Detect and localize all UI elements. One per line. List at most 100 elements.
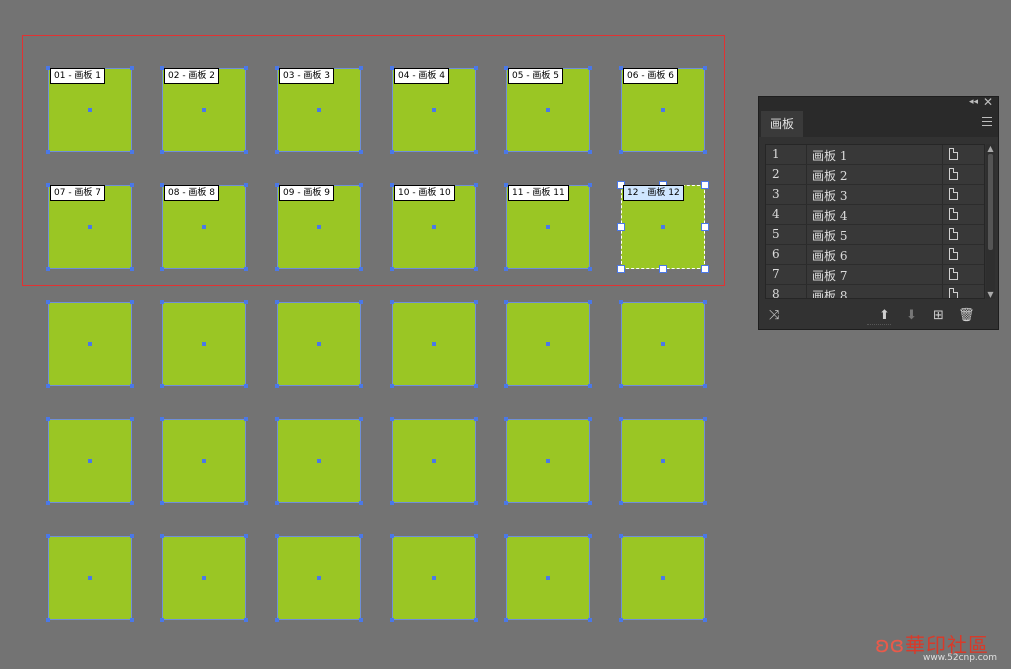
artboard-label[interactable]: 06 - 画板 6 <box>623 68 679 84</box>
row-number: 5 <box>772 227 780 241</box>
center-point <box>88 342 92 346</box>
row-name[interactable]: 画板 6 <box>812 247 847 264</box>
resize-grip[interactable] <box>867 324 891 328</box>
artboard[interactable]: 10 - 画板 10 <box>390 183 478 271</box>
artboard[interactable] <box>46 417 134 505</box>
double-chevron-left-icon[interactable]: ◂◂ <box>969 97 978 107</box>
artboard-list-row[interactable]: 7 画板 7 <box>766 265 984 285</box>
artboard[interactable] <box>504 417 592 505</box>
artboard[interactable]: 08 - 画板 8 <box>160 183 248 271</box>
artboard[interactable] <box>619 417 707 505</box>
artboard-options-icon[interactable] <box>949 248 958 260</box>
artboard-options-icon[interactable] <box>949 228 958 240</box>
artboard-options-icon[interactable] <box>949 268 958 280</box>
corner-handle <box>130 417 134 421</box>
artboard-options-icon[interactable] <box>949 208 958 220</box>
resize-handle[interactable] <box>701 223 709 231</box>
artboard[interactable] <box>390 300 478 388</box>
row-name[interactable]: 画板 7 <box>812 267 847 284</box>
artboard[interactable] <box>275 417 363 505</box>
artboard-list-row[interactable]: 5 画板 5 <box>766 225 984 245</box>
artboard[interactable]: 02 - 画板 2 <box>160 66 248 154</box>
resize-handle[interactable] <box>617 265 625 273</box>
artboard-list-row[interactable]: 3 画板 3 <box>766 185 984 205</box>
corner-handle <box>390 618 394 622</box>
artboard[interactable]: 04 - 画板 4 <box>390 66 478 154</box>
corner-handle <box>46 501 50 505</box>
corner-handle <box>275 300 279 304</box>
column-divider <box>806 285 807 298</box>
close-icon[interactable]: ✕ <box>983 95 993 109</box>
hamburger-menu-icon[interactable] <box>982 117 992 129</box>
artboard-selected[interactable]: 12 - 画板 12 <box>617 181 709 273</box>
artboard-label[interactable]: 04 - 画板 4 <box>394 68 450 84</box>
artboard-label[interactable]: 12 - 画板 12 <box>623 185 684 201</box>
corner-handle <box>130 618 134 622</box>
row-name[interactable]: 画板 2 <box>812 167 847 184</box>
corner-handle <box>130 501 134 505</box>
artboard[interactable] <box>160 534 248 622</box>
artboard-label[interactable]: 01 - 画板 1 <box>50 68 106 84</box>
new-artboard-icon[interactable]: ⊞ <box>933 308 944 323</box>
artboard-list-row[interactable]: 1 画板 1 <box>766 145 984 165</box>
move-up-icon[interactable]: ⬆ <box>879 308 890 323</box>
artboard-list-row[interactable]: 6 画板 6 <box>766 245 984 265</box>
artboard-label[interactable]: 02 - 画板 2 <box>164 68 220 84</box>
row-name[interactable]: 画板 8 <box>812 287 847 298</box>
scroll-down-icon[interactable]: ▼ <box>986 290 995 299</box>
row-name[interactable]: 画板 1 <box>812 147 847 164</box>
resize-handle[interactable] <box>701 181 709 189</box>
artboard-label[interactable]: 05 - 画板 5 <box>508 68 564 84</box>
watermark-url: www.52cnp.com <box>923 653 998 663</box>
row-name[interactable]: 画板 5 <box>812 227 847 244</box>
artboard[interactable] <box>46 534 134 622</box>
artboard[interactable] <box>504 300 592 388</box>
move-down-icon[interactable]: ⬇ <box>906 308 917 323</box>
artboard-label[interactable]: 09 - 画板 9 <box>279 185 335 201</box>
artboard-options-icon[interactable] <box>949 168 958 180</box>
artboard[interactable] <box>160 417 248 505</box>
artboard[interactable] <box>390 417 478 505</box>
artboard-label[interactable]: 03 - 画板 3 <box>279 68 335 84</box>
tab-artboards[interactable]: 画板 <box>761 111 803 137</box>
center-point <box>202 108 206 112</box>
artboard-options-icon[interactable] <box>949 288 958 298</box>
row-name[interactable]: 画板 4 <box>812 207 847 224</box>
resize-handle[interactable] <box>617 223 625 231</box>
artboard[interactable]: 05 - 画板 5 <box>504 66 592 154</box>
artboard[interactable]: 01 - 画板 1 <box>46 66 134 154</box>
artboard[interactable] <box>504 534 592 622</box>
column-divider <box>942 145 943 164</box>
artboard[interactable]: 03 - 画板 3 <box>275 66 363 154</box>
resize-handle[interactable] <box>701 265 709 273</box>
artboard-label[interactable]: 08 - 画板 8 <box>164 185 220 201</box>
resize-handle[interactable] <box>659 265 667 273</box>
artboard[interactable] <box>46 300 134 388</box>
artboard[interactable]: 06 - 画板 6 <box>619 66 707 154</box>
artboard[interactable]: 07 - 画板 7 <box>46 183 134 271</box>
artboard-list-row[interactable]: 8 画板 8 <box>766 285 984 298</box>
delete-icon[interactable]: 🗑 <box>958 308 975 323</box>
row-name[interactable]: 画板 3 <box>812 187 847 204</box>
artboard[interactable] <box>275 534 363 622</box>
artboard-label[interactable]: 07 - 画板 7 <box>50 185 106 201</box>
artboard[interactable]: 09 - 画板 9 <box>275 183 363 271</box>
scroll-thumb[interactable] <box>988 154 993 250</box>
list-scrollbar[interactable]: ▲ ▼ <box>986 144 995 299</box>
artboard[interactable] <box>390 534 478 622</box>
artboard-options-icon[interactable] <box>949 148 958 160</box>
artboard-list-row[interactable]: 4 画板 4 <box>766 205 984 225</box>
scroll-up-icon[interactable]: ▲ <box>986 144 995 153</box>
artboard[interactable] <box>619 300 707 388</box>
artboard[interactable] <box>275 300 363 388</box>
artboard[interactable]: 11 - 画板 11 <box>504 183 592 271</box>
artboard-label[interactable]: 10 - 画板 10 <box>394 185 455 201</box>
artboard[interactable] <box>619 534 707 622</box>
artboard-label[interactable]: 11 - 画板 11 <box>508 185 569 201</box>
rearrange-icon[interactable]: ⤨ <box>769 308 779 323</box>
artboard-list[interactable]: 1 画板 1 2 画板 2 3 画板 3 4 画板 4 5 画板 5 6 画板 6 7 画板 7 8 画板 8 <box>765 144 985 299</box>
corner-handle <box>359 150 363 154</box>
artboard-list-row[interactable]: 2 画板 2 <box>766 165 984 185</box>
artboard-options-icon[interactable] <box>949 188 958 200</box>
artboard[interactable] <box>160 300 248 388</box>
